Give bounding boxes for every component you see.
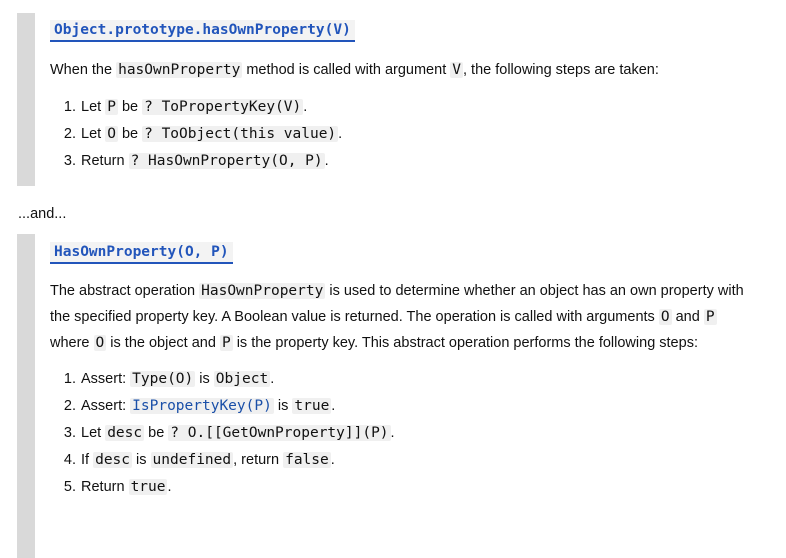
list-item: Return ? HasOwnProperty(O, P).: [80, 148, 770, 175]
abstract-op-spec-block: HasOwnProperty(O, P) The abstract operat…: [17, 234, 770, 558]
list-item: Let O be ? ToObject(this value).: [80, 121, 770, 148]
list-item: If desc is undefined, return false.: [80, 447, 770, 474]
list-item: Let desc be ? O.[[GetOwnProperty]](P).: [80, 420, 770, 447]
list-item: Assert: Type(O) is Object.: [80, 366, 770, 393]
abstract-op-description: The abstract operation HasOwnProperty is…: [50, 283, 744, 351]
code-v: V: [450, 62, 463, 78]
ispropertykey-link[interactable]: IsPropertyKey(P): [130, 398, 274, 414]
abstract-op-steps-list: Assert: Type(O) is Object. Assert: IsPro…: [50, 366, 770, 501]
method-spec-block: Object.prototype.hasOwnProperty(V) When …: [17, 13, 770, 186]
code-hasownproperty: hasOwnProperty: [116, 62, 243, 78]
list-item: Assert: IsPropertyKey(P) is true.: [80, 393, 770, 420]
list-item: Return true.: [80, 474, 770, 501]
method-steps-list: Let P be ? ToPropertyKey(V). Let O be ? …: [50, 94, 770, 175]
method-intro: When the hasOwnProperty method is called…: [50, 62, 659, 78]
separator-text: ...and...: [18, 206, 67, 222]
abstract-op-heading-link[interactable]: HasOwnProperty(O, P): [50, 242, 233, 264]
method-heading-link[interactable]: Object.prototype.hasOwnProperty(V): [50, 20, 355, 42]
list-item: Let P be ? ToPropertyKey(V).: [80, 94, 770, 121]
